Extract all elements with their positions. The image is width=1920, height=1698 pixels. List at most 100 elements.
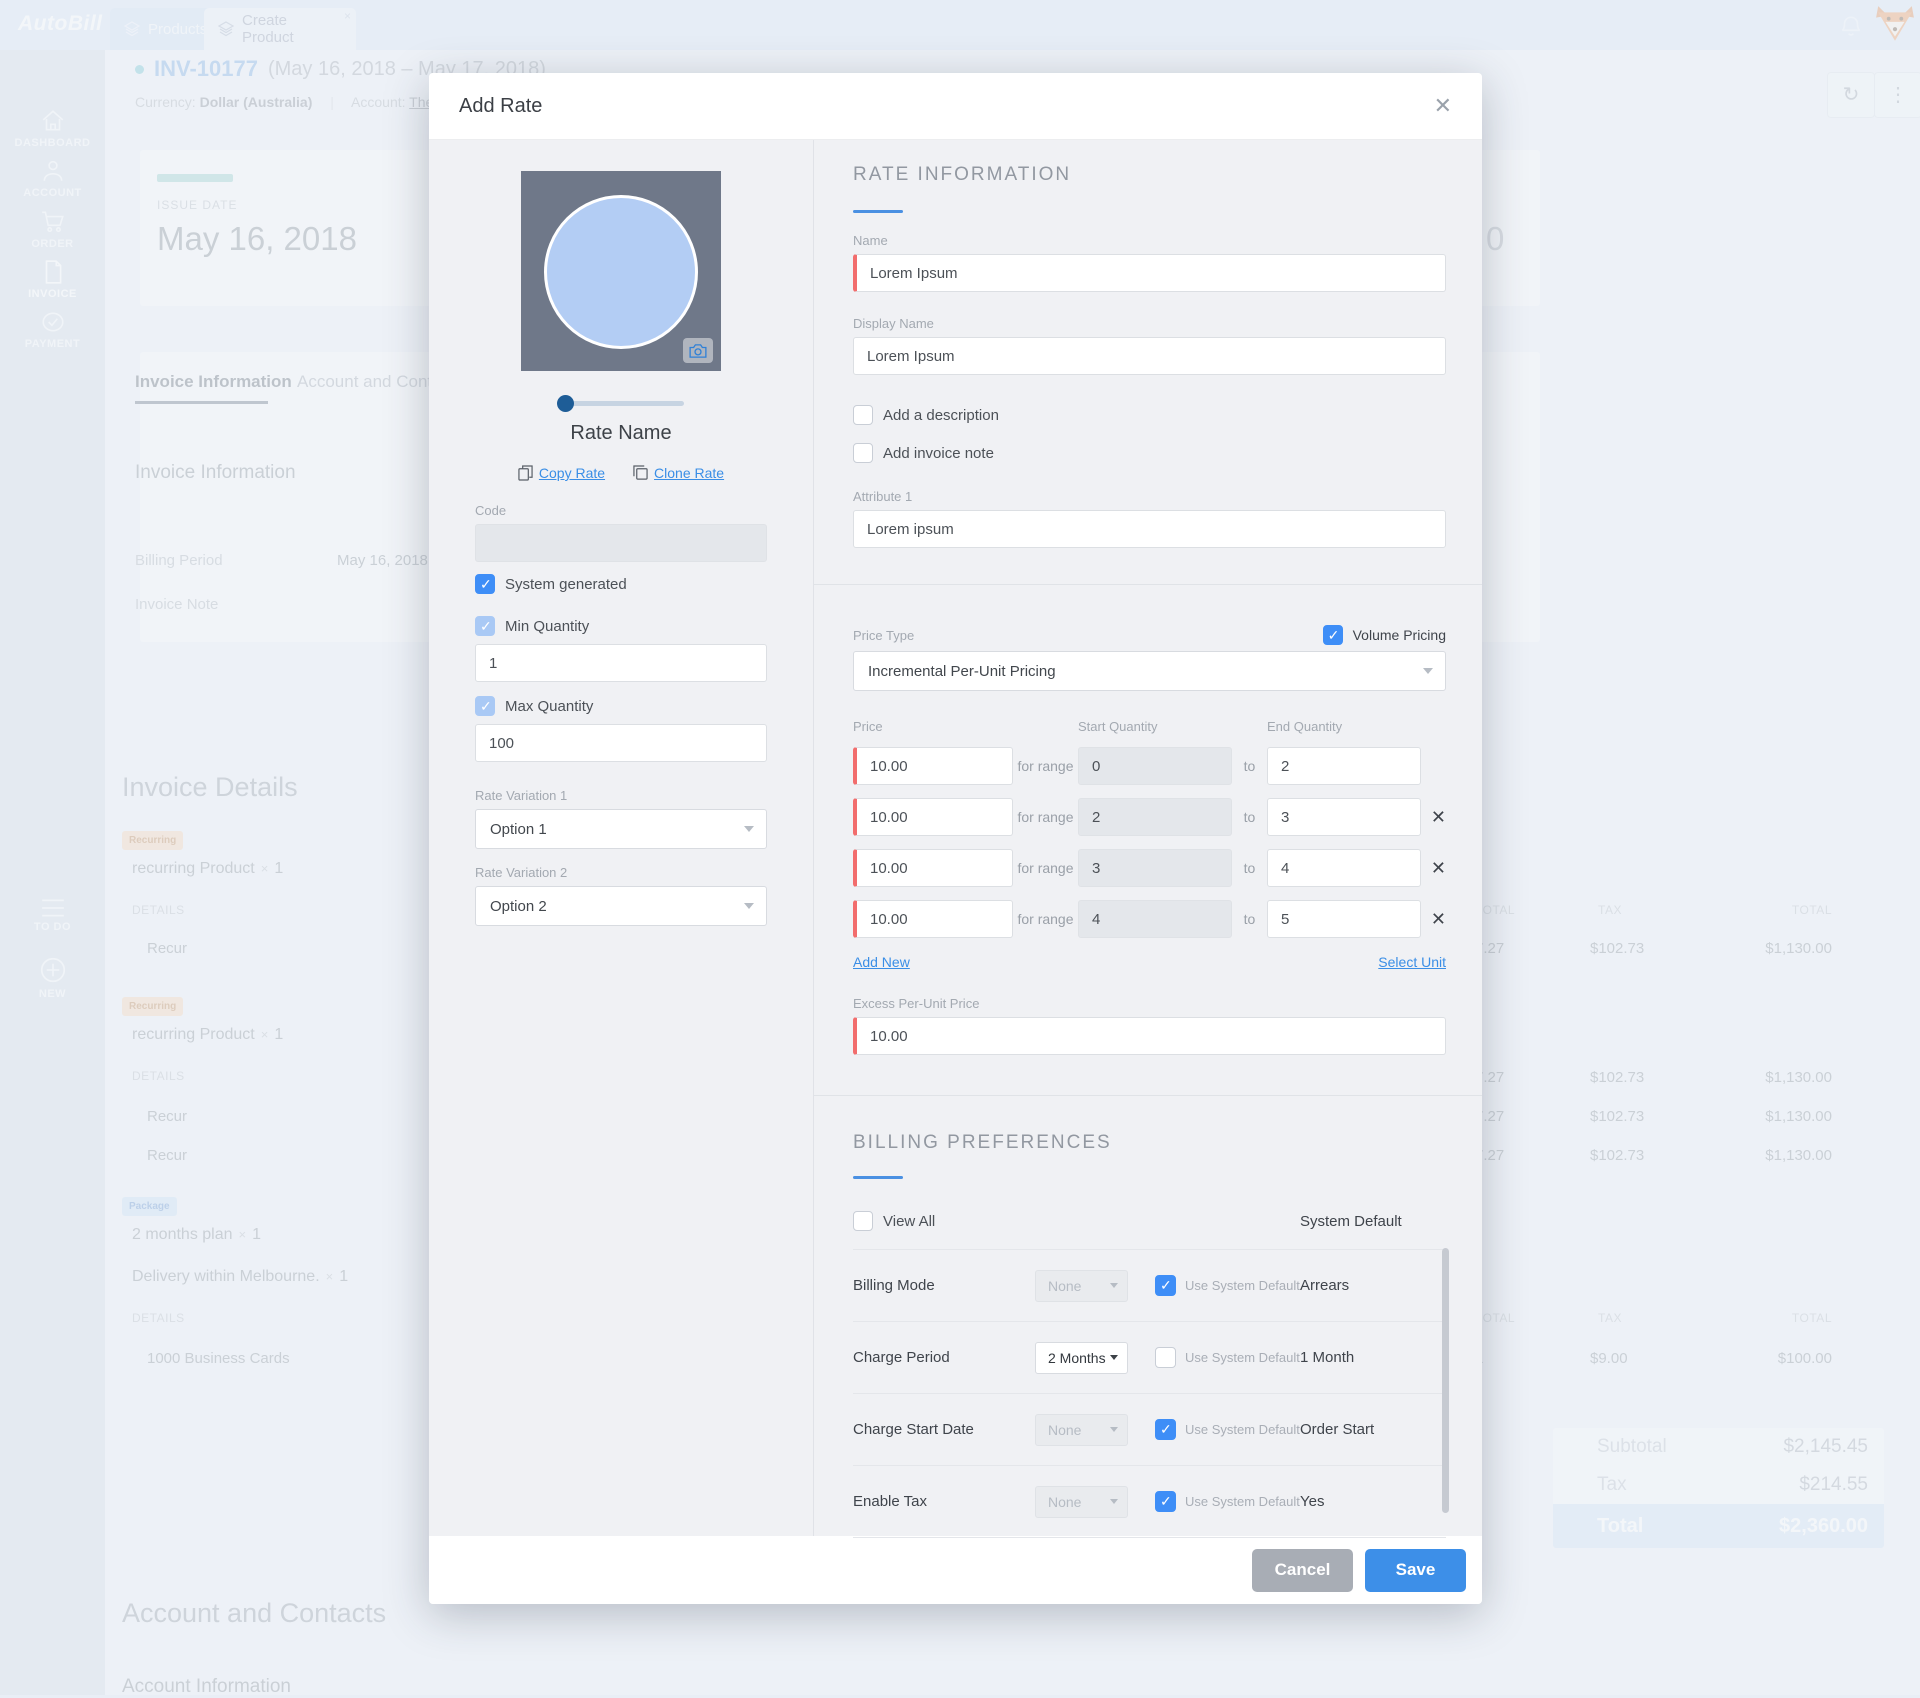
start-quantity-column-header: Start Quantity — [1078, 719, 1158, 734]
select-unit-link[interactable]: Select Unit — [1378, 954, 1446, 970]
use-system-default-checkbox[interactable] — [1155, 1419, 1176, 1440]
view-all-label: View All — [883, 1212, 936, 1230]
add-description-label: Add a description — [883, 406, 999, 424]
tier-price-input[interactable] — [853, 798, 1013, 836]
billing-mode-select: None — [1035, 1269, 1128, 1302]
volume-pricing-row: Volume Pricing — [1322, 625, 1446, 645]
name-label: Name — [853, 233, 888, 248]
chevron-down-icon — [1110, 1355, 1118, 1360]
add-description-checkbox[interactable] — [853, 405, 873, 425]
modal-title: Add Rate — [459, 94, 543, 117]
charge-period-label: Charge Period — [853, 1349, 950, 1366]
tier-end-input[interactable] — [1267, 849, 1421, 887]
attribute1-input[interactable] — [853, 510, 1446, 548]
tier-start-input — [1078, 849, 1232, 887]
system-generated-checkbox[interactable] — [475, 574, 495, 594]
tier-end-input[interactable] — [1267, 798, 1421, 836]
view-all-checkbox[interactable] — [853, 1211, 873, 1231]
min-quantity-label: Min Quantity — [505, 617, 590, 635]
modal-header: Add Rate ✕ — [429, 73, 1482, 140]
system-generated-row: System generated — [475, 574, 767, 594]
close-icon[interactable]: ✕ — [1434, 95, 1452, 117]
section-divider — [814, 584, 1482, 585]
add-new-link[interactable]: Add New — [853, 954, 910, 970]
rate-image-circle — [544, 195, 698, 349]
clone-rate-link[interactable]: Clone Rate — [633, 465, 724, 481]
use-system-default-checkbox[interactable] — [1155, 1491, 1176, 1512]
billing-pref-row: Enable Tax None Use System Default Yes — [853, 1466, 1446, 1538]
tier-price-input[interactable] — [853, 900, 1013, 938]
billing-prefs-scrollbar[interactable] — [1442, 1248, 1449, 1513]
end-quantity-column-header: End Quantity — [1267, 719, 1343, 734]
price-tier-row: for range to ✕ — [853, 798, 1446, 836]
name-input[interactable] — [853, 254, 1446, 292]
rate-variation1-select[interactable]: Option 1 — [475, 809, 767, 849]
billing-prefs-header-row: View All System Default — [853, 1193, 1446, 1250]
volume-pricing-checkbox[interactable] — [1322, 625, 1343, 645]
view-all-row: View All — [853, 1211, 1035, 1231]
billing-pref-row: Charge Start Date None Use System Defaul… — [853, 1394, 1446, 1466]
heading-accent-bar — [853, 1176, 903, 1179]
tier-start-input — [1078, 747, 1232, 785]
min-quantity-input[interactable] — [475, 644, 767, 682]
save-button[interactable]: Save — [1365, 1548, 1466, 1592]
excess-per-unit-price-label: Excess Per-Unit Price — [853, 996, 980, 1011]
add-invoice-note-label: Add invoice note — [883, 444, 994, 462]
use-system-default-row: Use System Default — [1155, 1419, 1300, 1440]
price-tier-row: for range to — [853, 747, 1446, 785]
use-system-default-checkbox[interactable] — [1155, 1347, 1176, 1368]
rate-name-text: Rate Name — [570, 422, 672, 444]
charge-start-date-label: Charge Start Date — [853, 1421, 974, 1438]
price-tier-row: for range to ✕ — [853, 849, 1446, 887]
volume-pricing-label: Volume Pricing — [1352, 627, 1446, 643]
chevron-down-icon — [1110, 1283, 1118, 1288]
system-default-header: System Default — [1300, 1212, 1402, 1230]
upload-photo-button[interactable] — [683, 338, 713, 363]
system-generated-label: System generated — [505, 575, 627, 593]
chevron-down-icon — [1110, 1499, 1118, 1504]
rate-image-placeholder[interactable] — [521, 171, 721, 371]
price-column-header: Price — [853, 719, 883, 734]
system-default-value: Yes — [1300, 1493, 1325, 1510]
code-label: Code — [475, 503, 507, 518]
system-default-value: Order Start — [1300, 1421, 1375, 1438]
add-invoice-note-checkbox[interactable] — [853, 443, 873, 463]
billing-preferences-heading: BILLING PREFERENCES — [853, 1132, 1112, 1153]
use-system-default-row: Use System Default — [1155, 1491, 1300, 1512]
tier-price-input[interactable] — [853, 849, 1013, 887]
add-description-row: Add a description — [853, 405, 1446, 425]
add-rate-modal: Add Rate ✕ Rate Name Copy Rate Clone Rat… — [429, 73, 1482, 1604]
modal-right-column: RATE INFORMATION Name Display Name Add a… — [814, 140, 1482, 1538]
min-quantity-checkbox[interactable] — [475, 616, 495, 636]
system-default-value: Arrears — [1300, 1277, 1350, 1294]
tier-end-input[interactable] — [1267, 900, 1421, 938]
max-quantity-label: Max Quantity — [505, 697, 594, 715]
max-quantity-checkbox[interactable] — [475, 696, 495, 716]
rate-variation2-label: Rate Variation 2 — [475, 865, 568, 880]
tier-price-input[interactable] — [853, 747, 1013, 785]
chevron-down-icon — [744, 903, 754, 909]
chevron-down-icon — [744, 826, 754, 832]
charge-period-select[interactable]: 2 Months — [1035, 1341, 1128, 1374]
cancel-button[interactable]: Cancel — [1252, 1548, 1353, 1592]
billing-pref-row: Charge Period 2 Months Use System Defaul… — [853, 1322, 1446, 1394]
min-quantity-row: Min Quantity — [475, 616, 767, 636]
remove-tier-icon[interactable]: ✕ — [1421, 858, 1446, 879]
remove-tier-icon[interactable]: ✕ — [1421, 807, 1446, 828]
copy-rate-link[interactable]: Copy Rate — [518, 465, 605, 481]
image-zoom-slider[interactable] — [556, 395, 684, 412]
display-name-input[interactable] — [853, 337, 1446, 375]
rate-variation2-select[interactable]: Option 2 — [475, 886, 767, 926]
remove-tier-icon[interactable]: ✕ — [1421, 909, 1446, 930]
add-invoice-note-row: Add invoice note — [853, 443, 1446, 463]
copy-icon — [518, 465, 533, 481]
slider-thumb[interactable] — [556, 395, 574, 412]
excess-per-unit-price-input[interactable] — [853, 1017, 1446, 1055]
system-default-value: 1 Month — [1300, 1349, 1355, 1366]
tier-end-input[interactable] — [1267, 747, 1421, 785]
use-system-default-checkbox[interactable] — [1155, 1275, 1176, 1296]
rate-variation1-label: Rate Variation 1 — [475, 788, 568, 803]
price-type-select[interactable]: Incremental Per-Unit Pricing — [853, 651, 1446, 691]
enable-tax-select: None — [1035, 1485, 1128, 1518]
max-quantity-input[interactable] — [475, 724, 767, 762]
